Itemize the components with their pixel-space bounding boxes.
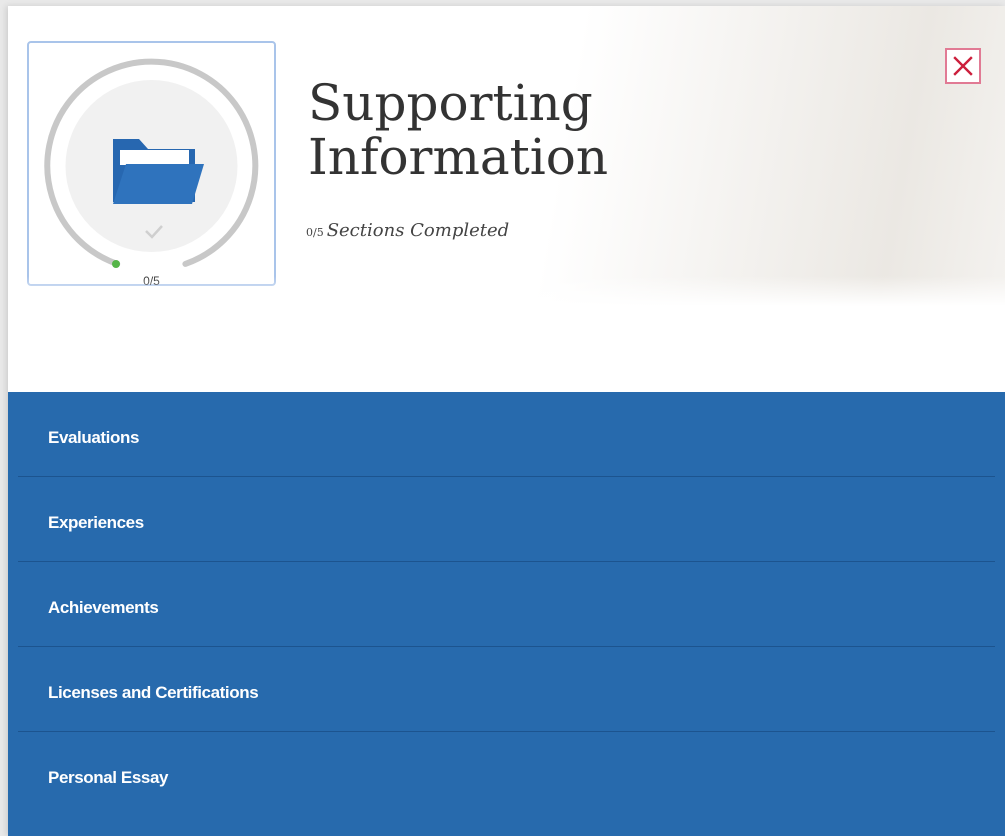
panel-header: 0/5 Supporting Information 0/5 Sections C… bbox=[8, 6, 1005, 306]
page-title-line2: Information bbox=[308, 128, 609, 186]
progress-card: 0/5 bbox=[27, 41, 276, 288]
close-icon bbox=[953, 56, 973, 76]
section-item-personal-essay[interactable]: Personal Essay bbox=[18, 732, 995, 817]
progress-count-label: 0/5 bbox=[143, 274, 160, 288]
supporting-information-panel: 0/5 Supporting Information 0/5 Sections C… bbox=[8, 6, 1005, 836]
sections-completed-text: Sections Completed bbox=[326, 220, 510, 241]
progress-ring bbox=[44, 58, 259, 268]
close-button[interactable] bbox=[945, 48, 981, 84]
section-label: Experiences bbox=[48, 513, 144, 532]
page-title: Supporting Information bbox=[308, 76, 828, 184]
section-label: Personal Essay bbox=[48, 768, 169, 787]
page-title-line1: Supporting bbox=[308, 74, 593, 132]
section-label: Achievements bbox=[48, 598, 159, 617]
progress-dot bbox=[112, 260, 120, 268]
section-label: Licenses and Certifications bbox=[48, 683, 259, 702]
section-label: Evaluations bbox=[48, 428, 140, 447]
section-item-achievements[interactable]: Achievements bbox=[18, 562, 995, 647]
sections-completed-count: 0/5 bbox=[306, 226, 324, 239]
sections-completed-summary: 0/5 Sections Completed bbox=[306, 220, 509, 241]
section-item-experiences[interactable]: Experiences bbox=[18, 477, 995, 562]
sections-list: Evaluations Experiences Achievements Lic… bbox=[8, 392, 1005, 836]
section-item-evaluations[interactable]: Evaluations bbox=[18, 392, 995, 477]
section-item-licenses-and-certifications[interactable]: Licenses and Certifications bbox=[18, 647, 995, 732]
